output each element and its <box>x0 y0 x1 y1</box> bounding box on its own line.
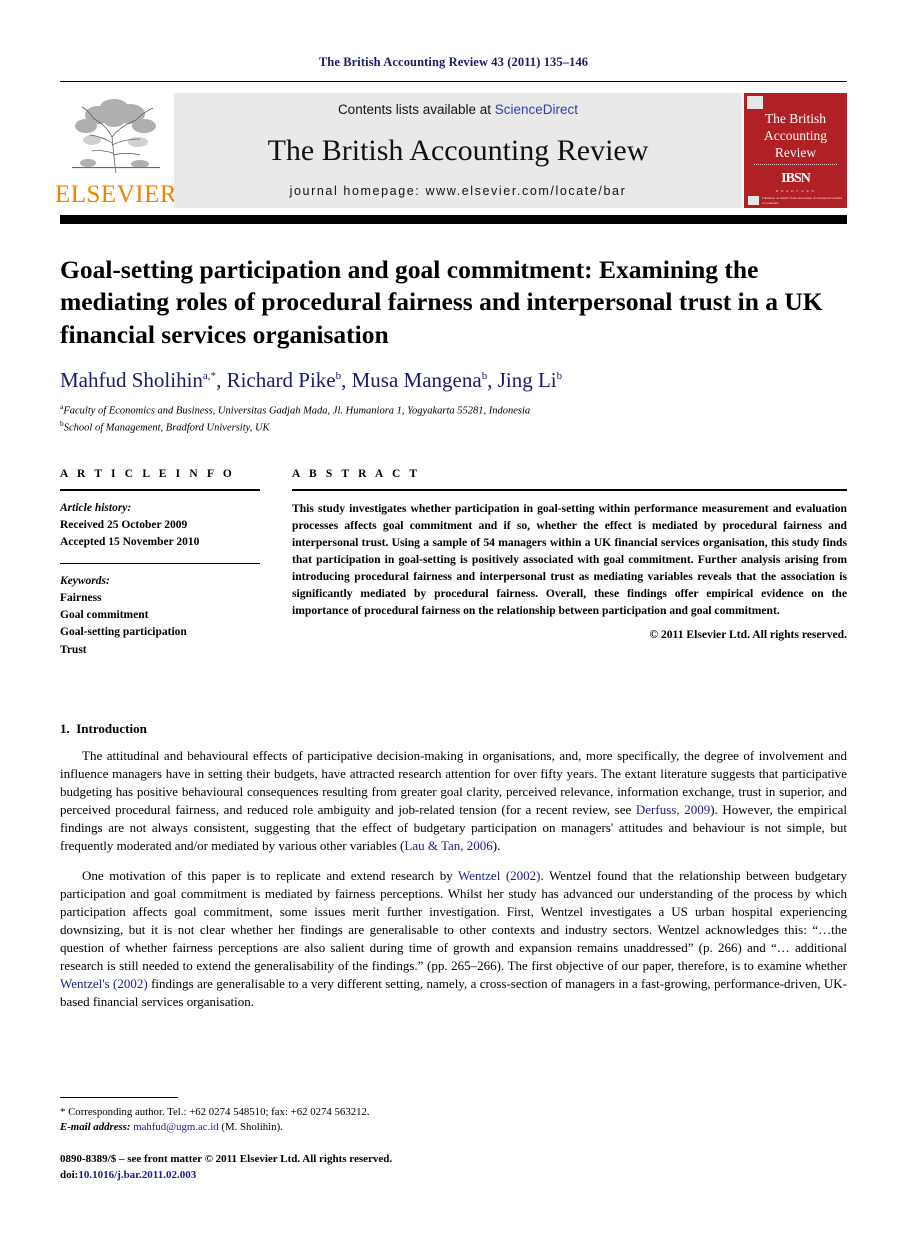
keyword-item: Fairness <box>60 591 102 604</box>
abstract-copyright: © 2011 Elsevier Ltd. All rights reserved… <box>649 628 847 642</box>
issn-block: 0890-8389/$ – see front matter © 2011 El… <box>60 1152 847 1183</box>
cover-title-line1: The British <box>764 111 827 126</box>
author-sep: , <box>487 368 498 393</box>
author-entry: Mahfud Sholihina,* <box>60 368 216 392</box>
keyword-item: Goal commitment <box>60 609 149 622</box>
abstract-label: A B S T R A C T <box>292 467 421 480</box>
email-label: E-mail address: <box>60 1120 131 1133</box>
section-number: 1. <box>60 720 70 736</box>
affiliation-list: aFaculty of Economics and Business, Univ… <box>60 402 847 435</box>
cover-footer-box <box>748 196 759 205</box>
elsevier-wordmark: ELSEVIER <box>54 181 178 208</box>
para1-part-c: ). <box>492 837 501 853</box>
affiliation-text: Faculty of Economics and Business, Unive… <box>63 405 531 417</box>
abstract-column: A B S T R A C T This study investigates … <box>292 468 847 659</box>
affiliation-text: School of Management, Bradford Universit… <box>63 422 270 434</box>
author-list: Mahfud Sholihina,*, Richard Pikeb, Musa … <box>60 368 847 393</box>
citation-lau-tan-2006[interactable]: Lau & Tan, 2006 <box>404 838 492 853</box>
author-marks: b <box>556 370 563 383</box>
journal-title: The British Accounting Review <box>267 133 649 167</box>
contents-prefix: Contents lists available at <box>337 102 495 117</box>
citation-wentzel-2002[interactable]: Wentzel (2002) <box>458 868 540 883</box>
abstract-text: This study investigates whether particip… <box>292 501 847 618</box>
keywords-heading: Keywords: <box>60 574 110 587</box>
footnote-rule <box>60 1096 178 1098</box>
para2-part-b: . Wentzel found that the relationship be… <box>60 868 847 974</box>
author-name: Musa Mangena <box>351 368 482 393</box>
corresponding-author-note: * Corresponding author. Tel.: +62 0274 5… <box>60 1105 370 1118</box>
sciencedirect-link[interactable]: ScienceDirect <box>495 102 578 117</box>
masthead-bottom-bar <box>60 215 847 224</box>
citation-derfuss-2009[interactable]: Derfuss, 2009 <box>636 802 710 817</box>
para2-part-c: findings are generalisable to a very dif… <box>60 976 847 1010</box>
abstract-rule <box>292 488 847 491</box>
cover-footer-text: Published on behalf of the association o… <box>762 196 843 205</box>
section-title: Introduction <box>76 720 147 736</box>
issn-line: 0890-8389/$ – see front matter © 2011 El… <box>60 1153 393 1166</box>
cover-title-line2: Accounting <box>764 128 827 144</box>
keyword-item: Goal-setting participation <box>60 626 187 639</box>
article-info-column: A R T I C L E I N F O Article history: R… <box>60 468 260 659</box>
citation-wentzel-2002-possessive[interactable]: Wentzel's (2002) <box>60 976 148 991</box>
article-info-label: A R T I C L E I N F O <box>60 467 235 480</box>
article-info-rule <box>60 488 260 491</box>
article-received-date: Received 25 October 2009 <box>60 519 188 532</box>
keyword-item: Trust <box>60 643 87 656</box>
info-abstract-row: A R T I C L E I N F O Article history: R… <box>60 468 847 659</box>
para2-part-a: One motivation of this paper is to repli… <box>82 868 459 884</box>
author-name: Mahfud Sholihin <box>60 368 203 393</box>
author-marks: a,* <box>202 370 217 383</box>
article-history-heading: Article history: <box>60 501 132 514</box>
doi-link[interactable]: 10.1016/j.bar.2011.02.003 <box>78 1169 196 1181</box>
footnote-area: * Corresponding author. Tel.: +62 0274 5… <box>60 1096 847 1183</box>
affiliation-item: aFaculty of Economics and Business, Univ… <box>60 402 847 419</box>
cover-divider <box>754 164 837 166</box>
cover-footer: Published on behalf of the association o… <box>748 196 843 205</box>
cover-corner-box <box>747 96 763 109</box>
intro-paragraph-1: The attitudinal and behavioural effects … <box>60 747 847 855</box>
author-entry: Jing Lib <box>498 368 562 392</box>
section-heading-introduction: 1. Introduction <box>60 721 847 737</box>
author-sep: , <box>341 368 352 393</box>
cover-title-line3: Review <box>774 145 817 161</box>
author-sep: , <box>216 368 227 393</box>
article-page: The British Accounting Review 43 (2011) … <box>0 0 907 1238</box>
author-name: Richard Pike <box>226 368 336 393</box>
email-note: E-mail address: mahfud@ugm.ac.id (M. Sho… <box>60 1120 847 1135</box>
doi-label: doi: <box>60 1168 79 1181</box>
author-entry: Musa Mangenab <box>352 368 488 392</box>
contents-available-line: Contents lists available at ScienceDirec… <box>338 102 578 117</box>
affiliation-item: bSchool of Management, Bradford Universi… <box>60 419 847 436</box>
cover-society-logo: IBSN <box>781 171 811 187</box>
keywords-rule <box>60 562 260 564</box>
cover-society-sub: B R A D F O R D <box>775 189 816 194</box>
article-accepted-date: Accepted 15 November 2010 <box>60 536 200 549</box>
elsevier-logo: ELSEVIER <box>55 93 177 208</box>
author-name: Jing Li <box>497 368 557 393</box>
intro-paragraph-2: One motivation of this paper is to repli… <box>60 867 847 1011</box>
doi-line: doi:10.1016/j.bar.2011.02.003 <box>60 1168 847 1183</box>
journal-cover-thumbnail: The British Accounting Review IBSN B R A… <box>744 93 847 208</box>
header-rule <box>60 81 847 82</box>
elsevier-tree-icon <box>68 95 164 177</box>
journal-banner: Contents lists available at ScienceDirec… <box>174 93 742 208</box>
running-head: The British Accounting Review 43 (2011) … <box>318 55 589 69</box>
email-link[interactable]: mahfud@ugm.ac.id <box>133 1121 219 1133</box>
journal-homepage-line[interactable]: journal homepage: www.elsevier.com/locat… <box>290 184 627 198</box>
page-title: Goal-setting participation and goal comm… <box>60 255 823 349</box>
email-owner: (M. Sholihin). <box>221 1120 283 1133</box>
author-entry: Richard Pikeb <box>227 368 342 392</box>
journal-masthead: ELSEVIER Contents lists available at Sci… <box>55 93 847 208</box>
